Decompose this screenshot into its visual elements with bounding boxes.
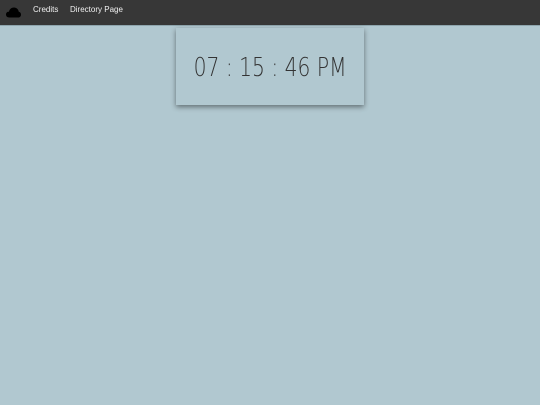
cloud-icon[interactable] (6, 6, 21, 19)
nav-link-directory-page[interactable]: Directory Page (70, 5, 123, 14)
top-navbar: Credits Directory Page (0, 0, 540, 26)
clock-time: 07 : 15 : 46 PM (193, 52, 347, 83)
nav-link-credits[interactable]: Credits (33, 5, 58, 14)
clock-card: 07 : 15 : 46 PM (176, 28, 364, 105)
